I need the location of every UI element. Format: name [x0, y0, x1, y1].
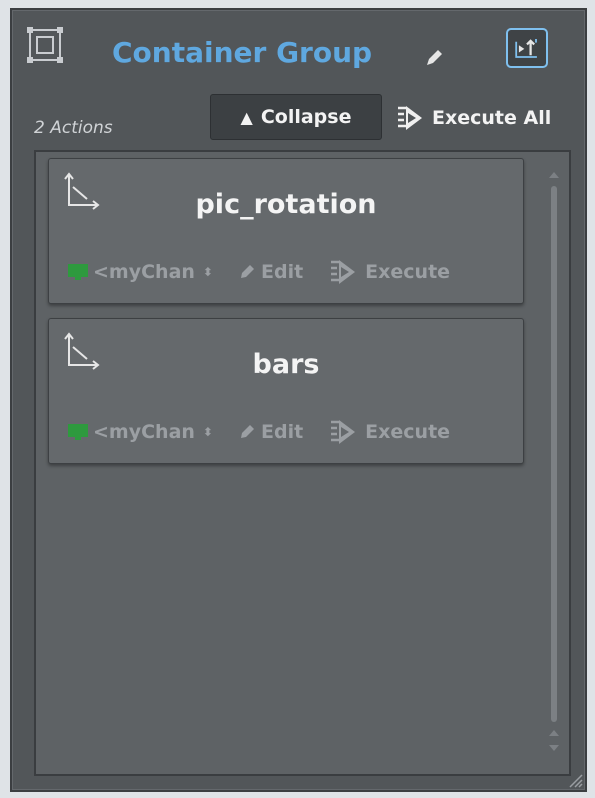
scroll-up-icon[interactable] [545, 168, 563, 180]
channel-label: <myChan [93, 261, 195, 283]
action-controls: <myChan ⬍ Edit Execute [67, 417, 511, 447]
channel-selector[interactable]: <myChan ⬍ [67, 261, 213, 283]
resize-grip-icon[interactable] [567, 772, 583, 788]
edit-button[interactable]: Edit [239, 261, 303, 283]
execute-button[interactable]: Execute [329, 419, 450, 445]
actions-list: pic_rotation <myChan ⬍ Edit Execute bars… [34, 150, 571, 776]
group-title[interactable]: Container Group [112, 36, 372, 69]
channel-label: <myChan [93, 421, 195, 443]
updown-icon: ⬍ [202, 425, 213, 439]
triangle-up-icon: ▲ [240, 107, 253, 127]
execute-label: Execute [365, 261, 451, 283]
action-card[interactable]: bars <myChan ⬍ Edit Execute [48, 318, 524, 464]
edit-label: Edit [260, 261, 304, 283]
container-group-icon [27, 27, 63, 63]
action-card[interactable]: pic_rotation <myChan ⬍ Edit Execute [48, 158, 524, 304]
monitor-icon [68, 424, 88, 440]
action-count: 2 Actions [34, 118, 113, 138]
execute-all-button[interactable]: Execute All [396, 98, 551, 138]
edit-button[interactable]: Edit [239, 421, 303, 443]
execute-button[interactable]: Execute [329, 259, 450, 285]
pencil-icon[interactable] [424, 48, 444, 68]
execute-icon [331, 420, 356, 444]
action-name: bars [252, 349, 320, 380]
scroll-up-icon[interactable] [545, 726, 563, 738]
collapse-label: Collapse [260, 106, 352, 128]
action-controls: <myChan ⬍ Edit Execute [67, 257, 511, 287]
scroll-track[interactable] [551, 186, 557, 722]
monitor-icon [68, 264, 88, 280]
execute-all-label: Execute All [432, 107, 552, 129]
scroll-down-icon[interactable] [545, 742, 563, 754]
channel-selector[interactable]: <myChan ⬍ [67, 421, 213, 443]
pin-button[interactable] [506, 28, 548, 68]
updown-icon: ⬍ [202, 265, 213, 279]
vertical-scrollbar[interactable] [545, 160, 563, 764]
action-name: pic_rotation [195, 189, 377, 220]
pin-icon [515, 39, 537, 58]
edit-label: Edit [260, 421, 304, 443]
collapse-button[interactable]: ▲ Collapse [210, 94, 382, 140]
execute-label: Execute [365, 421, 451, 443]
execute-icon [331, 260, 356, 284]
container-group-panel: Container Group 2 Actions ▲ Collapse Exe… [10, 8, 587, 792]
pencil-icon [240, 425, 254, 438]
pencil-icon [240, 265, 254, 278]
execute-all-icon [398, 106, 422, 130]
